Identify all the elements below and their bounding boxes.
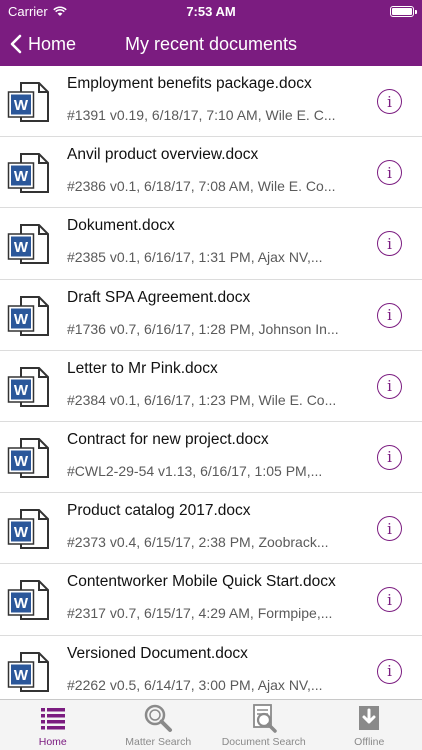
document-meta: #2373 v0.4, 6/15/17, 2:38 PM, Zoobrack..… [67,534,329,551]
svg-text:W: W [14,97,29,114]
document-row[interactable]: W Contentworker Mobile Quick Start.docx … [0,564,422,636]
document-name: Anvil product overview.docx [67,146,259,164]
document-name: Product catalog 2017.docx [67,502,251,520]
svg-text:W: W [14,239,29,256]
document-row[interactable]: W Product catalog 2017.docx #2373 v0.4, … [0,493,422,565]
svg-text:W: W [14,168,29,185]
svg-text:W: W [14,595,29,612]
document-search-icon [249,703,279,733]
svg-text:W: W [14,311,29,328]
svg-text:W: W [14,667,29,684]
status-bar: Carrier 7:53 AM [0,0,422,22]
info-icon[interactable]: i [377,658,402,684]
document-name: Versioned Document.docx [67,644,248,662]
word-document-icon: W [7,222,51,266]
document-name: Draft SPA Agreement.docx [67,288,251,306]
word-document-icon: W [7,507,51,551]
document-row[interactable]: W Letter to Mr Pink.docx #2384 v0.1, 6/1… [0,351,422,422]
info-icon[interactable]: i [377,231,402,257]
word-document-icon: W [7,151,51,195]
svg-text:W: W [14,453,29,470]
document-row[interactable]: W Dokument.docx #2385 v0.1, 6/16/17, 1:3… [0,208,422,280]
document-row[interactable]: W Versioned Document.docx #2262 v0.5, 6/… [0,636,422,700]
tab-matter-search[interactable]: Matter Search [106,700,212,750]
document-meta: #2386 v0.1, 6/18/17, 7:08 AM, Wile E. Co… [67,178,336,195]
word-document-icon: W [7,80,51,124]
tab-label: Offline [354,736,385,748]
tab-label: Home [38,736,67,748]
document-meta: #1391 v0.19, 6/18/17, 7:10 AM, Wile E. C… [67,107,336,123]
info-icon[interactable]: i [377,444,402,470]
info-icon[interactable]: i [377,516,402,542]
search-icon [143,703,173,733]
word-document-icon: W [7,578,51,622]
word-document-icon: W [7,365,51,409]
document-row[interactable]: W Draft SPA Agreement.docx #1736 v0.7, 6… [0,280,422,351]
info-icon[interactable]: i [377,587,402,613]
document-meta: #2385 v0.1, 6/16/17, 1:31 PM, Ajax NV,..… [67,249,323,266]
tab-offline[interactable]: Offline [317,700,422,750]
word-document-icon: W [7,436,51,480]
document-list: W Employment benefits package.docx #1391… [0,66,422,699]
tab-home[interactable]: Home [0,700,106,750]
list-icon [38,703,68,733]
document-row[interactable]: W Employment benefits package.docx #1391… [0,66,422,138]
status-time: 7:53 AM [186,3,236,19]
battery-icon [390,5,417,17]
document-meta: #CWL2-29-54 v1.13, 6/16/17, 1:05 PM,... [67,462,323,479]
svg-text:W: W [14,524,29,541]
document-row[interactable]: W Contract for new project.docx #CWL2-29… [0,422,422,494]
document-name: Contentworker Mobile Quick Start.docx [67,573,336,591]
document-name: Contract for new project.docx [67,430,269,448]
info-icon[interactable]: i [377,160,402,186]
document-row[interactable]: W Anvil product overview.docx #2386 v0.1… [0,137,422,209]
download-icon [354,703,384,733]
word-document-icon: W [7,650,51,694]
word-document-icon: W [7,294,51,338]
tab-bar: Home Matter Search Document Search Offli… [0,699,422,750]
document-name: Dokument.docx [67,217,175,235]
tab-document-search[interactable]: Document Search [211,700,317,750]
info-icon[interactable]: i [377,373,402,399]
document-name: Letter to Mr Pink.docx [67,359,218,377]
svg-text:W: W [14,382,29,399]
document-name: Employment benefits package.docx [67,75,312,92]
document-meta: #2317 v0.7, 6/15/17, 4:29 AM, Formpipe,.… [67,605,333,622]
info-icon[interactable]: i [377,89,402,114]
nav-bar: Home My recent documents [0,22,422,66]
document-meta: #1736 v0.7, 6/16/17, 1:28 PM, Johnson In… [67,320,339,337]
document-meta: #2384 v0.1, 6/16/17, 1:23 PM, Wile E. Co… [67,391,337,408]
tab-label: Document Search [221,736,306,748]
document-meta: #2262 v0.5, 6/14/17, 3:00 PM, Ajax NV,..… [67,676,323,693]
info-icon[interactable]: i [377,302,402,328]
page-title: My recent documents [124,33,298,54]
tab-label: Matter Search [125,736,192,748]
